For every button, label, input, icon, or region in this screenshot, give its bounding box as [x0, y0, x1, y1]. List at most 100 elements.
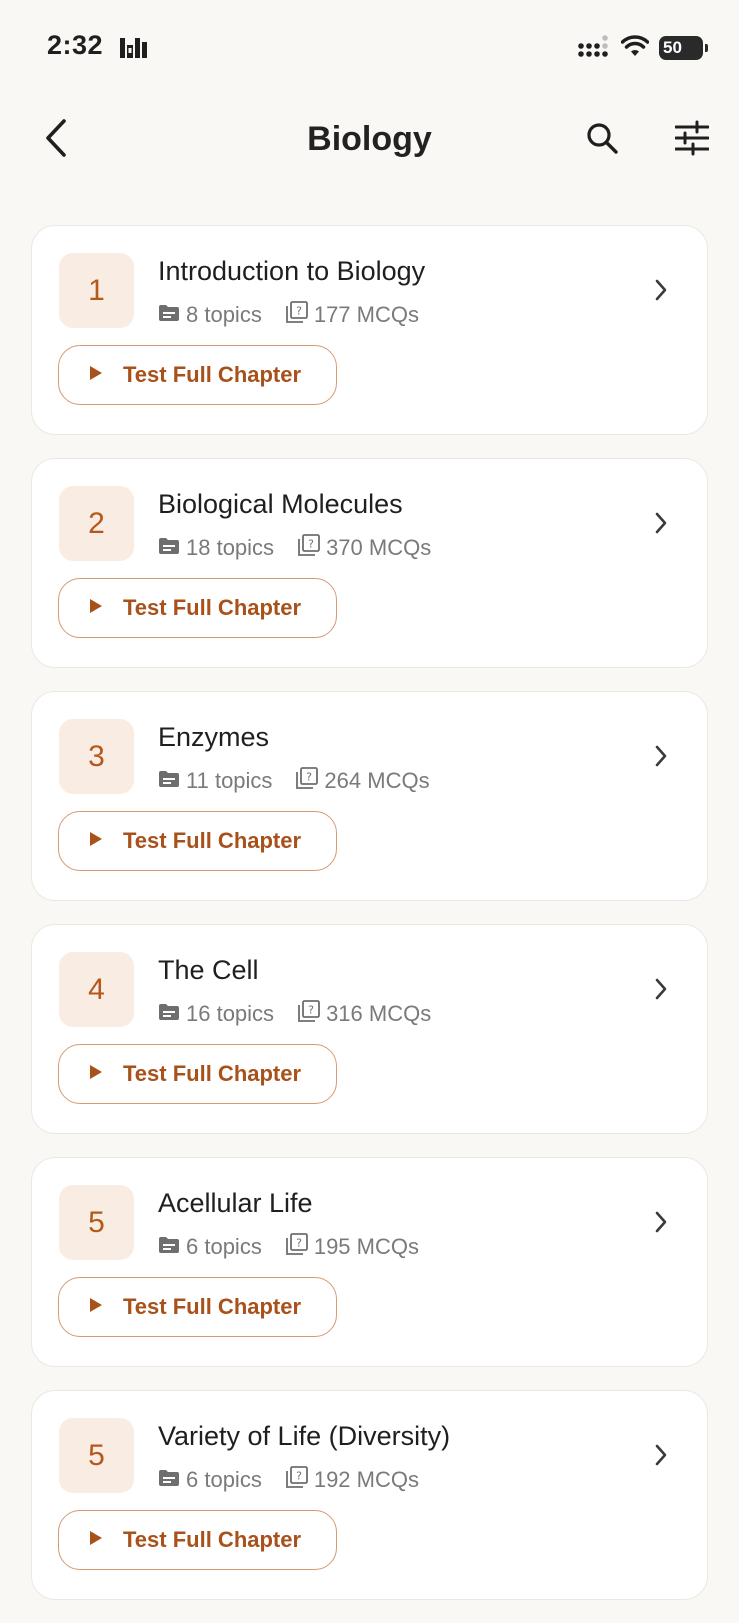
topics-count-group: 6 topics: [158, 1467, 262, 1493]
chapter-number-badge: 1: [59, 253, 134, 328]
topics-count-group: 8 topics: [158, 302, 262, 328]
test-full-chapter-button[interactable]: Test Full Chapter: [58, 1510, 337, 1570]
folder-icon: [158, 1001, 180, 1027]
topics-count: 18 topics: [186, 535, 275, 560]
chapter-number-badge: 5: [59, 1185, 134, 1260]
mcqs-count-group: ? 370 MCQs: [298, 534, 431, 562]
chevron-right-icon: [651, 511, 671, 535]
chapter-number: 3: [88, 739, 105, 773]
chapter-meta: 6 topics ? 192 MCQs: [158, 1466, 419, 1494]
app-header: Biology: [0, 100, 739, 190]
chapter-title: Introduction to Biology: [158, 256, 426, 286]
test-full-chapter-button[interactable]: Test Full Chapter: [58, 1277, 337, 1337]
chapter-meta: 18 topics ? 370 MCQs: [158, 534, 431, 562]
filter-button[interactable]: [670, 118, 714, 162]
question-box-icon: ?: [285, 1233, 308, 1261]
mcqs-count: 264 MCQs: [324, 768, 430, 793]
chapter-title: Biological Molecules: [158, 489, 403, 519]
question-box-icon: ?: [298, 534, 320, 562]
chapter-number: 5: [88, 1438, 105, 1472]
svg-text:?: ?: [296, 305, 302, 318]
search-button[interactable]: [580, 118, 624, 162]
mcqs-count: 316 MCQs: [326, 1001, 432, 1026]
topics-count: 11 topics: [186, 768, 273, 793]
play-icon: [89, 1297, 103, 1318]
chapter-title: Acellular Life: [158, 1188, 313, 1218]
cellular-signal-icon: [577, 34, 611, 63]
chapter-title: Variety of Life (Diversity): [158, 1421, 451, 1451]
chevron-right-icon: [651, 744, 671, 768]
folder-icon: [158, 302, 180, 328]
svg-text:?: ?: [308, 1004, 314, 1017]
topics-count-group: 11 topics: [158, 768, 272, 794]
chapter-card[interactable]: 1 Introduction to Biology 8 topics ? 177…: [31, 225, 708, 435]
mcqs-count: 370 MCQs: [326, 535, 432, 560]
folder-icon: [158, 1234, 180, 1260]
mcqs-count: 195 MCQs: [313, 1234, 419, 1259]
status-indicators: 50: [577, 34, 708, 63]
mcqs-count: 192 MCQs: [313, 1467, 419, 1492]
chapter-number-badge: 2: [59, 486, 134, 561]
question-box-icon: ?: [285, 301, 308, 329]
chapter-number-badge: 4: [59, 952, 134, 1027]
chapter-number-badge: 5: [59, 1418, 134, 1493]
chapter-number: 1: [88, 273, 105, 307]
mcqs-count-group: ? 177 MCQs: [285, 301, 419, 329]
battery-level: 50: [663, 38, 682, 57]
mcqs-count: 177 MCQs: [313, 302, 419, 327]
folder-icon: [158, 1467, 180, 1493]
play-icon: [89, 1530, 103, 1551]
chapter-list: 1 Introduction to Biology 8 topics ? 177…: [31, 225, 708, 1623]
test-full-chapter-label: Test Full Chapter: [123, 1294, 302, 1319]
page-title: Biology: [307, 120, 432, 158]
chevron-right-icon: [651, 1210, 671, 1234]
mcqs-count-group: ? 264 MCQs: [296, 767, 430, 795]
test-full-chapter-button[interactable]: Test Full Chapter: [58, 811, 337, 871]
play-icon: [89, 365, 103, 386]
sliders-icon: [674, 120, 710, 161]
chapter-number-badge: 3: [59, 719, 134, 794]
mcqs-count-group: ? 316 MCQs: [298, 1000, 431, 1028]
chapter-title: The Cell: [158, 955, 259, 985]
chapter-meta: 8 topics ? 177 MCQs: [158, 301, 419, 329]
question-box-icon: ?: [296, 767, 319, 795]
test-full-chapter-button[interactable]: Test Full Chapter: [58, 345, 337, 405]
test-full-chapter-button[interactable]: Test Full Chapter: [58, 1044, 337, 1104]
chapter-meta: 6 topics ? 195 MCQs: [158, 1233, 419, 1261]
chapter-number: 5: [88, 1205, 105, 1239]
svg-text:?: ?: [307, 771, 313, 784]
wifi-icon: [620, 34, 650, 62]
chapter-number: 2: [88, 506, 105, 540]
test-full-chapter-label: Test Full Chapter: [123, 828, 302, 853]
topics-count: 8 topics: [186, 302, 262, 327]
battery-icon: 50: [659, 36, 708, 60]
play-icon: [89, 598, 103, 619]
activity-bars-icon: [120, 36, 150, 60]
topics-count: 6 topics: [186, 1467, 262, 1492]
test-full-chapter-button[interactable]: Test Full Chapter: [58, 578, 337, 638]
test-full-chapter-label: Test Full Chapter: [123, 595, 302, 620]
chapter-meta: 11 topics ? 264 MCQs: [158, 767, 430, 795]
test-full-chapter-label: Test Full Chapter: [123, 1527, 302, 1552]
question-box-icon: ?: [285, 1466, 308, 1494]
svg-text:?: ?: [296, 1237, 302, 1250]
chevron-right-icon: [651, 1443, 671, 1467]
chapter-card[interactable]: 4 The Cell 16 topics ? 316 MCQs Test Ful…: [31, 924, 708, 1134]
question-box-icon: ?: [298, 1000, 320, 1028]
play-icon: [89, 1064, 103, 1085]
status-bar: 2:32 50: [0, 0, 739, 96]
chevron-right-icon: [651, 977, 671, 1001]
svg-text:?: ?: [308, 538, 314, 551]
chapter-card[interactable]: 2 Biological Molecules 18 topics ? 370 M…: [31, 458, 708, 668]
chapter-card[interactable]: 5 Variety of Life (Diversity) 6 topics ?…: [31, 1390, 708, 1600]
mcqs-count-group: ? 195 MCQs: [285, 1233, 419, 1261]
chapter-card[interactable]: 5 Acellular Life 6 topics ? 195 MCQs Tes…: [31, 1157, 708, 1367]
chapter-number: 4: [88, 972, 105, 1006]
status-time: 2:32: [47, 30, 104, 60]
topics-count: 6 topics: [186, 1234, 262, 1259]
topics-count-group: 16 topics: [158, 1001, 274, 1027]
test-full-chapter-label: Test Full Chapter: [123, 362, 302, 387]
chevron-right-icon: [651, 278, 671, 302]
topics-count-group: 6 topics: [158, 1234, 262, 1260]
chapter-card[interactable]: 3 Enzymes 11 topics ? 264 MCQs Test Full…: [31, 691, 708, 901]
